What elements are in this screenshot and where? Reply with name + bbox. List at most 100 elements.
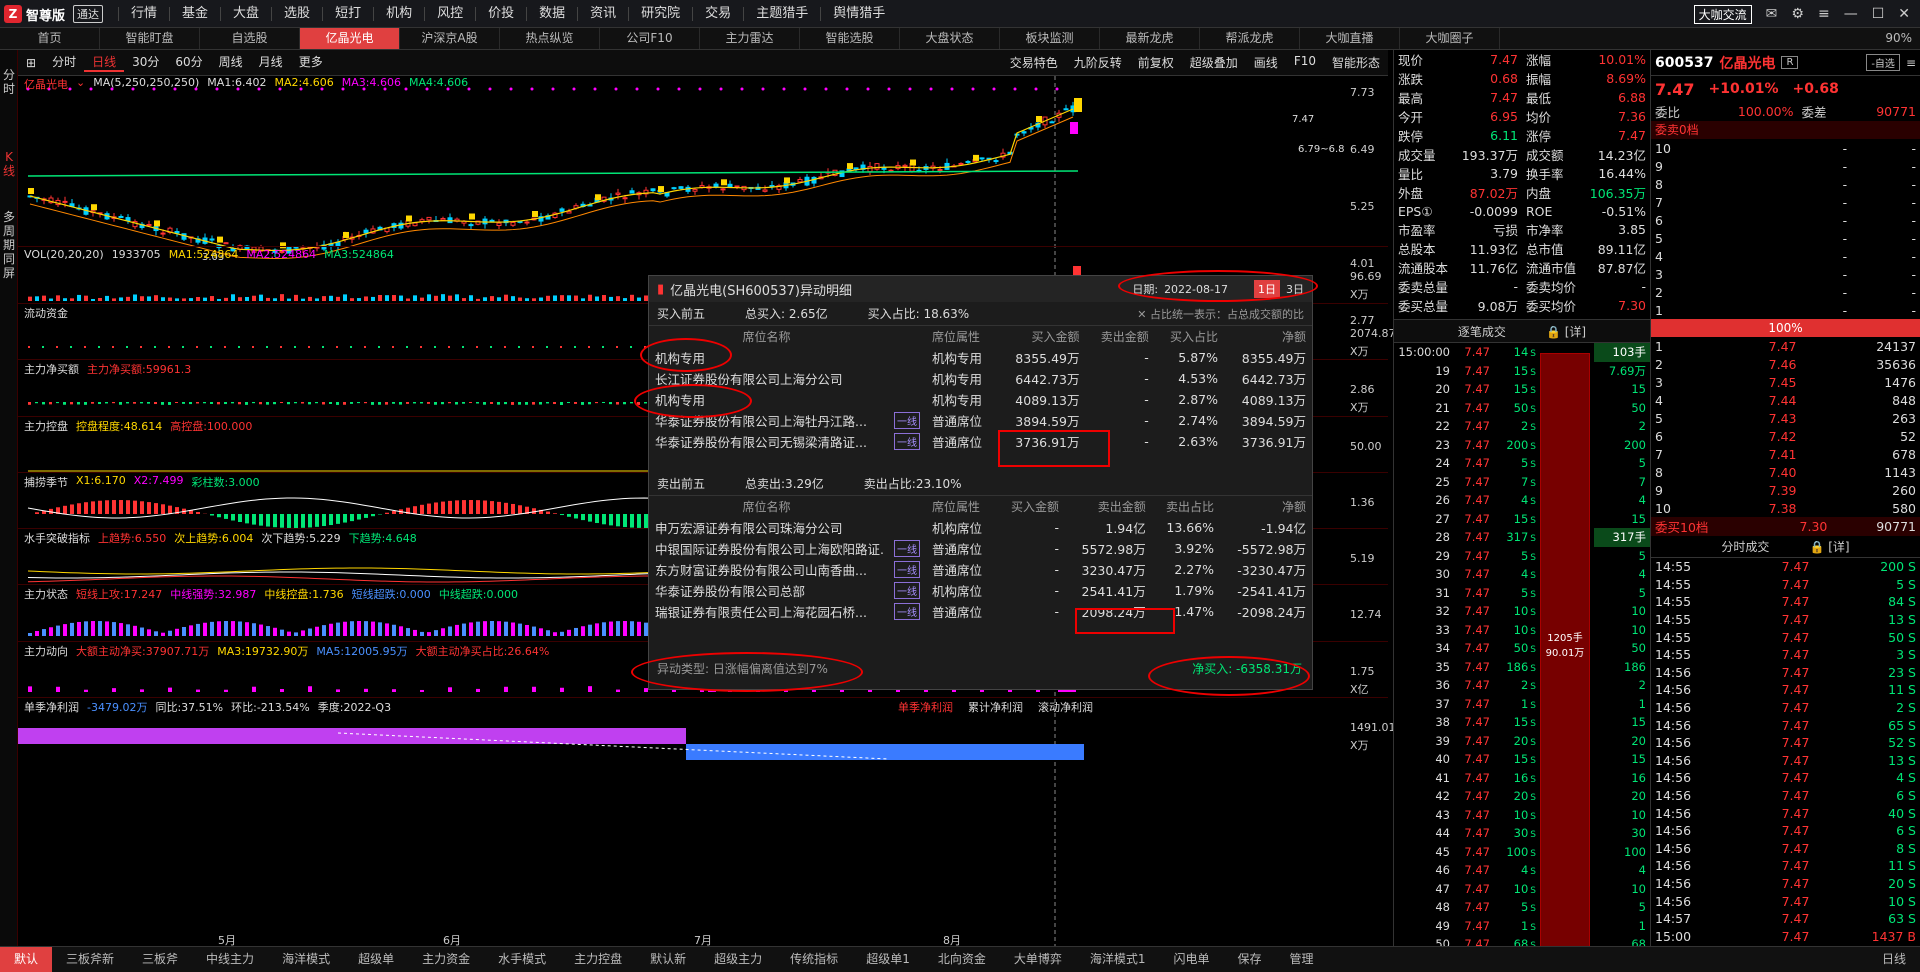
template-tab[interactable]: 水手模式 xyxy=(484,947,560,972)
profit-tab[interactable]: 滚动净利润 xyxy=(1038,699,1093,715)
period-button[interactable]: 分时 xyxy=(44,53,84,72)
bid-row[interactable]: 1 7.47 24137 xyxy=(1651,337,1920,355)
period-button[interactable]: 周线 xyxy=(211,53,251,72)
profit-tab[interactable]: 累计净利润 xyxy=(968,699,1023,715)
first-tier-badge[interactable]: 一线 xyxy=(894,603,920,620)
ask-row[interactable]: 9 - - xyxy=(1651,157,1920,175)
lock-icon[interactable]: 🔒 [详] xyxy=(1809,538,1849,555)
template-tab[interactable]: 闪电单 xyxy=(1160,947,1224,972)
chart-tool-button[interactable]: 超级叠加 xyxy=(1182,54,1246,71)
table-row[interactable]: 中银国际证券股份有限公司上海欧阳路证... 一线 普通席位 -5572.98万 3.92… xyxy=(649,538,1312,559)
template-tab[interactable]: 传统指标 xyxy=(776,947,852,972)
menu-item[interactable]: 研究院 xyxy=(628,7,692,21)
bid-row[interactable]: 9 7.39 260 xyxy=(1651,481,1920,499)
table-row[interactable]: 申万宏源证券有限公司珠海分公司 机构席位 -1.94亿 13.66% -1.94亿 xyxy=(649,517,1312,538)
template-tab[interactable]: 默认新 xyxy=(636,947,700,972)
table-row[interactable]: 机构专用 机构专用 8355.49万 -5.87% 8355.49万 xyxy=(649,347,1312,368)
page-tab[interactable]: 智能选股 xyxy=(800,28,900,49)
first-tier-badge[interactable]: 一线 xyxy=(894,412,920,429)
template-tab[interactable]: 默认 xyxy=(0,947,53,972)
left-tab-minute[interactable]: 分时 xyxy=(2,68,16,96)
period-button[interactable]: 更多 xyxy=(291,53,331,72)
live-chat-button[interactable]: 大咖交流 xyxy=(1693,4,1752,24)
table-row[interactable]: 华泰证券股份有限公司总部 一线 机构席位 -2541.41万 1.79% -2541.41… xyxy=(649,580,1312,601)
template-tab[interactable]: 超级单1 xyxy=(852,947,924,972)
period-indicator[interactable]: 日线 xyxy=(1868,947,1920,972)
chart-tool-button[interactable]: F10 xyxy=(1286,54,1324,71)
page-tab[interactable]: 最新龙虎 xyxy=(1100,28,1200,49)
zoom-level[interactable]: 90% xyxy=(1877,28,1920,49)
table-row[interactable]: 华泰证券股份有限公司无锡梁清路证... 一线 普通席位 3736.91万 -2.63% 3… xyxy=(649,431,1312,452)
template-tab[interactable]: 超级单 xyxy=(344,947,408,972)
add-watch-button[interactable]: -自选 xyxy=(1866,54,1900,71)
chart-tool-button[interactable]: 画线 xyxy=(1246,54,1286,71)
template-tab[interactable]: 主力资金 xyxy=(408,947,484,972)
period-button[interactable]: 60分 xyxy=(167,53,210,72)
page-tab[interactable]: 热点纵览 xyxy=(500,28,600,49)
chevron-down-icon[interactable]: ⌄ xyxy=(76,76,85,92)
ask-row[interactable]: 1 - - xyxy=(1651,301,1920,319)
template-tab[interactable]: 北向资金 xyxy=(924,947,1000,972)
menu-item[interactable]: 基金 xyxy=(169,7,220,21)
bid-row[interactable]: 5 7.43 263 xyxy=(1651,409,1920,427)
bid-row[interactable]: 4 7.44 848 xyxy=(1651,391,1920,409)
lock-icon[interactable]: 🔒 [详] xyxy=(1546,323,1586,340)
period-button[interactable]: 30分 xyxy=(124,53,167,72)
period-button[interactable]: 月线 xyxy=(251,53,291,72)
first-tier-badge[interactable]: 一线 xyxy=(894,582,920,599)
menu-item[interactable]: 选股 xyxy=(271,7,322,21)
close-icon[interactable]: ✕ xyxy=(1898,6,1910,22)
menu-item[interactable]: 行情 xyxy=(118,7,169,21)
menu-item[interactable]: 资讯 xyxy=(577,7,628,21)
ask-row[interactable]: 5 - - xyxy=(1651,229,1920,247)
chart-tool-button[interactable]: 交易特色 xyxy=(1002,54,1066,71)
ask-row[interactable]: 10 - - xyxy=(1651,139,1920,157)
page-tab[interactable]: 大咖直播 xyxy=(1300,28,1400,49)
template-tab[interactable]: 主力控盘 xyxy=(560,947,636,972)
page-tab[interactable]: 亿晶光电 xyxy=(300,28,400,49)
table-row[interactable]: 东方财富证券股份有限公司山南香曲... 一线 普通席位 -3230.47万 2.27% -… xyxy=(649,559,1312,580)
left-tab-kline[interactable]: K线 xyxy=(2,150,16,178)
chart-tool-button[interactable]: 九阶反转 xyxy=(1066,54,1130,71)
page-tab[interactable]: 主力雷达 xyxy=(700,28,800,49)
template-tab[interactable]: 海洋模式 xyxy=(268,947,344,972)
page-tab[interactable]: 自选股 xyxy=(200,28,300,49)
profit-tab[interactable]: 单季净利润 xyxy=(898,699,953,715)
menu-item[interactable]: 数据 xyxy=(526,7,577,21)
ticks-title[interactable]: 逐笔成交 xyxy=(1458,323,1506,340)
bid-row[interactable]: 8 7.40 1143 xyxy=(1651,463,1920,481)
bid-row[interactable]: 6 7.42 52 xyxy=(1651,427,1920,445)
chart-tool-button[interactable]: 前复权 xyxy=(1130,54,1182,71)
template-tab[interactable]: 管理 xyxy=(1276,947,1328,972)
layout-icon[interactable]: ⊞ xyxy=(18,56,44,70)
first-tier-badge[interactable]: 一线 xyxy=(894,540,920,557)
skin-icon[interactable]: ⚙ xyxy=(1791,6,1804,22)
template-tab[interactable]: 三板斧 xyxy=(128,947,192,972)
menu-icon[interactable]: ≡ xyxy=(1906,56,1916,70)
first-tier-badge[interactable]: 一线 xyxy=(894,561,920,578)
template-tab[interactable]: 超级主力 xyxy=(700,947,776,972)
page-tab[interactable]: 大咖圈子 xyxy=(1400,28,1500,49)
ask-row[interactable]: 7 - - xyxy=(1651,193,1920,211)
page-tab[interactable]: 帮派龙虎 xyxy=(1200,28,1300,49)
bid-row[interactable]: 10 7.38 580 xyxy=(1651,499,1920,517)
template-tab[interactable]: 保存 xyxy=(1224,947,1276,972)
left-tab-multi[interactable]: 多周期同屏 xyxy=(2,210,16,280)
template-tab[interactable]: 中线主力 xyxy=(192,947,268,972)
ask-row[interactable]: 3 - - xyxy=(1651,265,1920,283)
bid-row[interactable]: 2 7.46 35636 xyxy=(1651,355,1920,373)
ask-row[interactable]: 8 - - xyxy=(1651,175,1920,193)
menu-item[interactable]: 短打 xyxy=(322,7,373,21)
r-badge[interactable]: R xyxy=(1781,56,1799,69)
template-tab[interactable]: 大单博弈 xyxy=(1000,947,1076,972)
template-tab[interactable]: 三板斧新 xyxy=(52,947,128,972)
bid-row[interactable]: 7 7.41 678 xyxy=(1651,445,1920,463)
first-tier-badge[interactable]: 一线 xyxy=(894,433,920,450)
ask-row[interactable]: 4 - - xyxy=(1651,247,1920,265)
page-tab[interactable]: 大盘状态 xyxy=(900,28,1000,49)
period-button[interactable]: 日线 xyxy=(84,53,125,72)
table-row[interactable]: 瑞银证券有限责任公司上海花园石桥... 一线 普通席位 -2098.24万 1.47% -… xyxy=(649,601,1312,622)
ask-row[interactable]: 2 - - xyxy=(1651,283,1920,301)
menu-item[interactable]: 主题猎手 xyxy=(743,7,820,21)
page-tab[interactable]: 首页 xyxy=(0,28,100,49)
